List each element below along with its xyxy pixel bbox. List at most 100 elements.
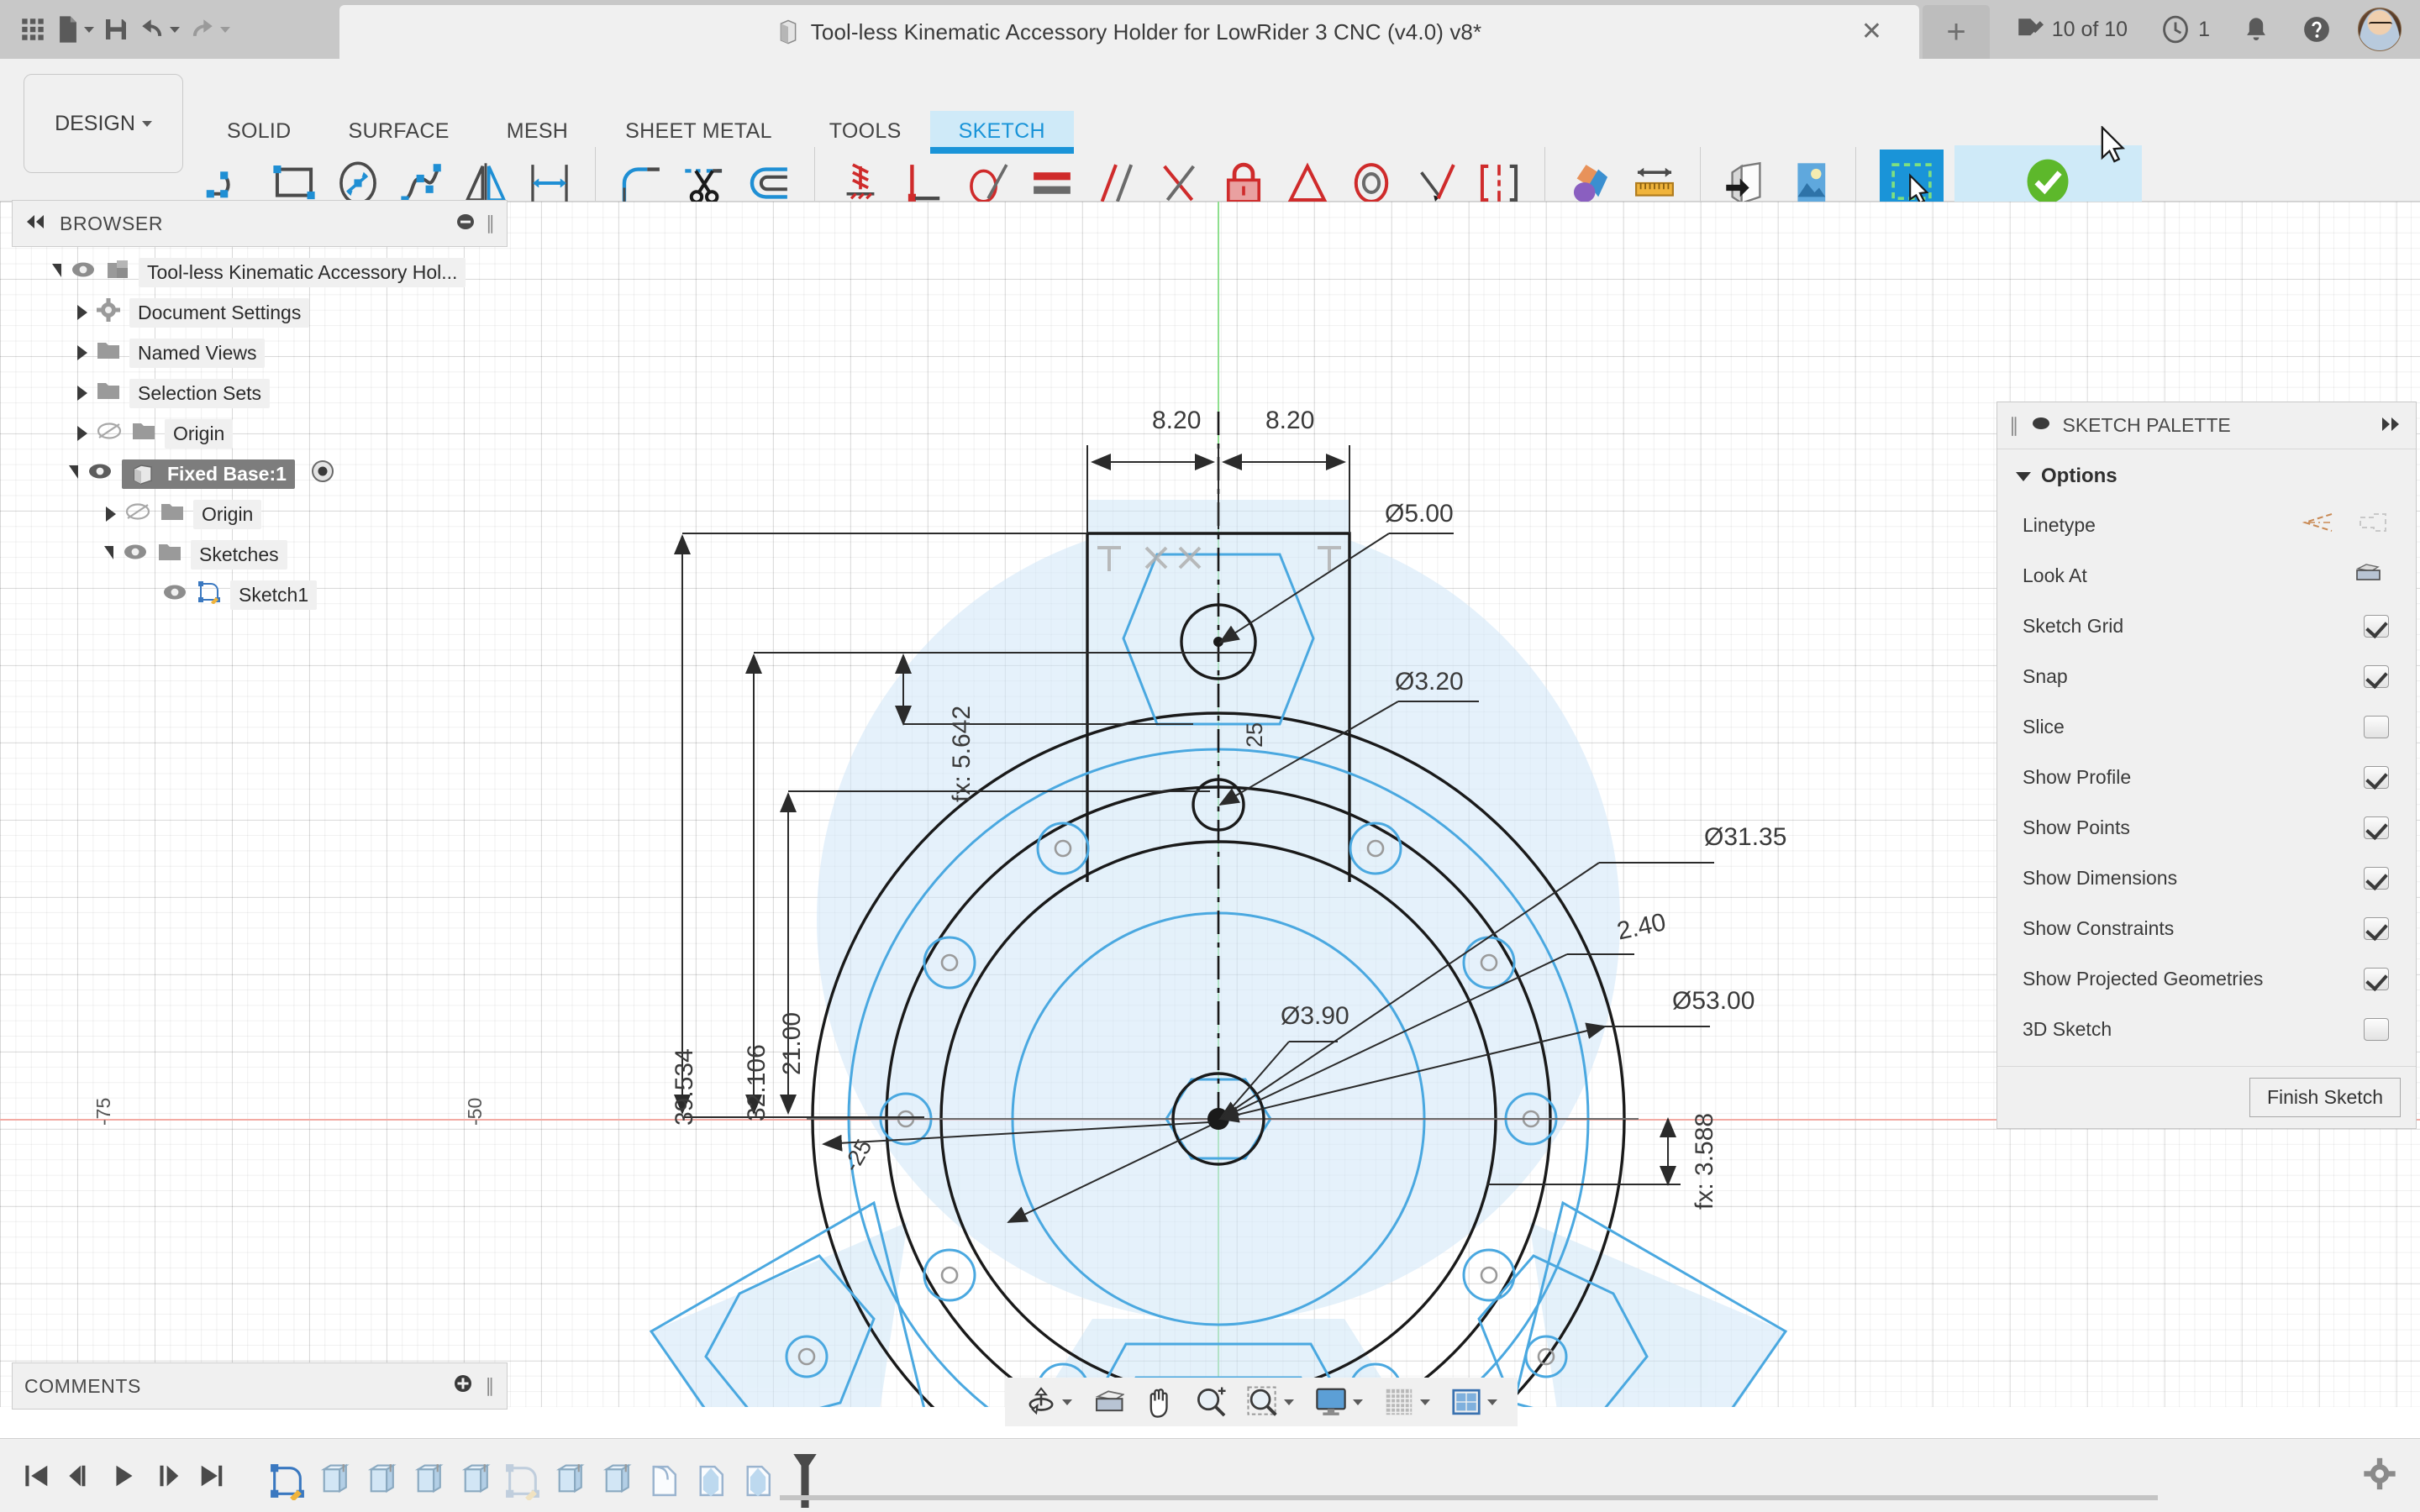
dim-dia-31-35[interactable]: Ø31.35: [1704, 823, 1786, 852]
visibility-eye-icon[interactable]: [87, 462, 113, 486]
tree-item-named-views[interactable]: Named Views: [12, 333, 516, 373]
chevron-down-icon[interactable]: [170, 27, 180, 33]
chevron-down-icon[interactable]: [220, 27, 230, 33]
go-to-end-icon[interactable]: [190, 1454, 234, 1498]
look-at-icon[interactable]: [1084, 1388, 1133, 1416]
pin-icon[interactable]: [2031, 413, 2051, 438]
dim-dia-3-90[interactable]: Ø3.90: [1281, 1002, 1349, 1031]
centerline-linetype-icon[interactable]: [2357, 511, 2389, 539]
snap-checkbox[interactable]: [2364, 665, 2389, 688]
timeline-feature-extrude[interactable]: [405, 1457, 452, 1505]
show-projected-geometries-checkbox[interactable]: [2364, 968, 2389, 990]
gear-icon[interactable]: [2363, 1457, 2396, 1494]
close-icon[interactable]: ✕: [1861, 19, 1882, 45]
show-points-checkbox[interactable]: [2364, 816, 2389, 839]
expander-icon[interactable]: [77, 426, 87, 441]
grid-snaps-icon[interactable]: [1375, 1387, 1439, 1417]
dim-height-21[interactable]: 21.00: [778, 1012, 807, 1075]
slice-checkbox[interactable]: [2364, 716, 2389, 738]
visibility-eye-icon[interactable]: [122, 543, 149, 566]
expander-icon[interactable]: [106, 507, 116, 522]
tree-item-sketches[interactable]: Sketches: [12, 534, 516, 575]
add-comment-icon[interactable]: [453, 1373, 473, 1399]
document-tab[interactable]: Tool-less Kinematic Accessory Holder for…: [339, 5, 1919, 59]
panel-resize-handle[interactable]: ∥: [485, 1375, 495, 1397]
dim-overall-height[interactable]: 39.534: [671, 1048, 699, 1126]
tree-item-origin-child[interactable]: Origin: [12, 494, 516, 534]
show-dimensions-checkbox[interactable]: [2364, 867, 2389, 890]
expander-icon[interactable]: [52, 264, 61, 277]
save-icon[interactable]: [103, 16, 129, 43]
new-tab-button[interactable]: +: [1923, 5, 1990, 59]
redo-icon[interactable]: [188, 17, 230, 42]
radio-active-icon[interactable]: [310, 459, 335, 489]
construction-linetype-icon[interactable]: [2302, 511, 2333, 539]
expander-icon[interactable]: [77, 386, 87, 401]
play-icon[interactable]: [103, 1454, 146, 1498]
tree-item-sketch1[interactable]: Sketch1: [12, 575, 516, 615]
jobs-status[interactable]: 10 of 10: [1998, 15, 2144, 44]
tree-item-document-settings[interactable]: Document Settings: [12, 292, 516, 333]
comments-panel[interactable]: COMMENTS ∥: [12, 1362, 508, 1410]
tree-item-root[interactable]: Tool-less Kinematic Accessory Hol...: [12, 252, 516, 292]
zoom-icon[interactable]: [1186, 1386, 1235, 1418]
panel-resize-handle[interactable]: ∥: [2009, 414, 2019, 437]
chevron-down-icon[interactable]: [1420, 1399, 1430, 1405]
history-status[interactable]: 1: [2144, 15, 2227, 44]
finish-sketch-button[interactable]: Finish Sketch: [2249, 1078, 2401, 1117]
viewports-icon[interactable]: [1442, 1387, 1506, 1417]
timeline-feature-sketch[interactable]: [499, 1457, 546, 1505]
collapse-left-icon[interactable]: [24, 214, 46, 234]
timeline-feature-chamfer[interactable]: [687, 1457, 734, 1505]
dim-fx-5642[interactable]: fx: 5.642: [948, 706, 976, 802]
workspace-selector[interactable]: DESIGN: [24, 74, 183, 173]
visibility-hidden-icon[interactable]: [124, 502, 151, 526]
panel-resize-handle[interactable]: ∥: [486, 213, 495, 234]
tree-item-origin[interactable]: Origin: [12, 413, 516, 454]
dim-height-32[interactable]: 32.106: [743, 1044, 771, 1121]
look-at-icon[interactable]: [2354, 562, 2384, 589]
timeline-feature-extrude[interactable]: [358, 1457, 405, 1505]
tree-item-fixed-base[interactable]: Fixed Base:1: [12, 454, 516, 494]
undo-icon[interactable]: [138, 17, 180, 42]
visibility-eye-icon[interactable]: [70, 260, 97, 284]
timeline-feature-chamfer[interactable]: [734, 1457, 781, 1505]
3d-sketch-checkbox[interactable]: [2364, 1018, 2389, 1041]
new-file-icon[interactable]: [55, 15, 94, 44]
timeline-feature-sketch[interactable]: [264, 1457, 311, 1505]
dim-dia-5[interactable]: Ø5.00: [1385, 500, 1454, 528]
step-forward-icon[interactable]: [146, 1454, 190, 1498]
timeline-feature-fillet[interactable]: [640, 1457, 687, 1505]
dim-25-top[interactable]: 25: [1242, 722, 1268, 748]
expander-icon[interactable]: [69, 465, 78, 479]
dim-dia-53[interactable]: Ø53.00: [1672, 987, 1754, 1016]
chevron-down-icon[interactable]: [1062, 1399, 1072, 1405]
show-constraints-checkbox[interactable]: [2364, 917, 2389, 940]
expand-right-icon[interactable]: [2381, 414, 2404, 437]
timeline-feature-extrude[interactable]: [593, 1457, 640, 1505]
dim-width-right[interactable]: 8.20: [1265, 407, 1314, 435]
chevron-down-icon[interactable]: [1284, 1399, 1294, 1405]
timeline-feature-extrude[interactable]: [311, 1457, 358, 1505]
palette-section-options[interactable]: Options: [2001, 459, 2412, 500]
help-button[interactable]: [2286, 15, 2348, 44]
visibility-eye-icon[interactable]: [161, 583, 188, 606]
pan-icon[interactable]: [1136, 1386, 1183, 1418]
orbit-icon[interactable]: [1017, 1386, 1081, 1418]
expander-icon[interactable]: [77, 305, 87, 320]
step-back-icon[interactable]: [59, 1454, 103, 1498]
expander-icon[interactable]: [77, 345, 87, 360]
sketch-grid-checkbox[interactable]: [2364, 615, 2389, 638]
expander-icon[interactable]: [104, 546, 113, 559]
show-profile-checkbox[interactable]: [2364, 766, 2389, 789]
zoom-window-icon[interactable]: [1239, 1386, 1302, 1418]
timeline-feature-extrude[interactable]: [452, 1457, 499, 1505]
avatar[interactable]: [2358, 8, 2402, 51]
chevron-down-icon[interactable]: [1487, 1399, 1497, 1405]
tree-item-selection-sets[interactable]: Selection Sets: [12, 373, 516, 413]
visibility-hidden-icon[interactable]: [96, 422, 123, 445]
dim-width-left[interactable]: 8.20: [1152, 407, 1201, 435]
display-settings-icon[interactable]: [1306, 1387, 1371, 1417]
chevron-down-icon[interactable]: [84, 27, 94, 33]
chevron-down-icon[interactable]: [1353, 1399, 1363, 1405]
